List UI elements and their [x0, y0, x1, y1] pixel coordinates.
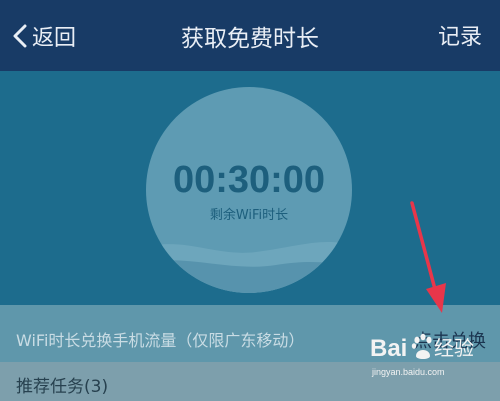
baidu-jingyan-watermark: Bai 经验 jingyan.baidu.com: [370, 330, 478, 386]
recommended-tasks-label: 推荐任务(3): [16, 377, 109, 397]
header-bar: 返回 获取免费时长 记录: [0, 0, 500, 71]
svg-text:经验: 经验: [434, 336, 474, 360]
remaining-time-label: 剩余WiFi时长: [209, 208, 289, 223]
page-title: 获取免费时长: [181, 26, 319, 52]
remaining-time-value: 00:30:00: [172, 159, 326, 201]
annotation-arrow-icon: [410, 201, 446, 313]
svg-text:Bai: Bai: [370, 335, 407, 362]
remaining-time-circle: 00:30:00 剩余WiFi时长: [146, 87, 352, 293]
baidu-jingyan-logo: Bai 经验: [370, 333, 474, 362]
exchange-description: WiFi时长兑换手机流量（仅限广东移动）: [16, 331, 305, 350]
record-button[interactable]: 记录: [438, 19, 482, 51]
watermark-url: jingyan.baidu.com: [372, 367, 445, 377]
